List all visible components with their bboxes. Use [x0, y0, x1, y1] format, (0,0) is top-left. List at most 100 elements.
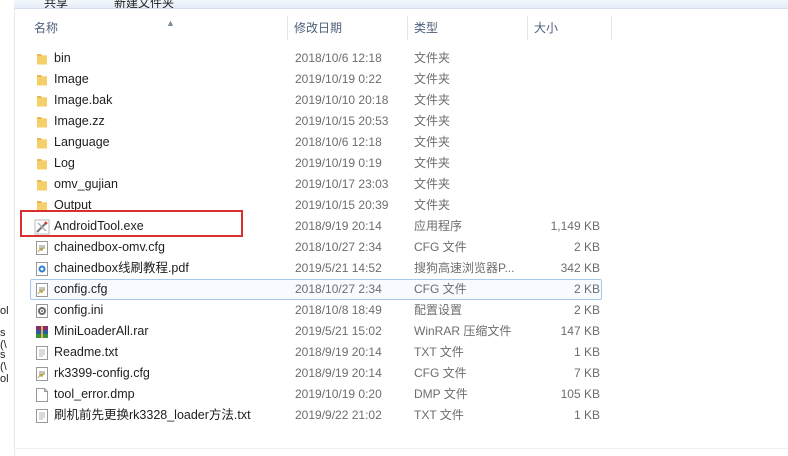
file-name: MiniLoaderAll.rar: [54, 324, 149, 338]
file-row[interactable]: config.ini 2018/10/8 18:49 配置设置 2 KB: [30, 300, 602, 321]
nav-fragment: s (\: [0, 349, 7, 373]
file-type: 应用程序: [414, 219, 463, 233]
file-row[interactable]: Image.zz 2019/10/15 20:53 文件夹: [30, 111, 602, 132]
file-row[interactable]: omv_gujian 2019/10/17 23:03 文件夹: [30, 174, 602, 195]
file-date: 2019/5/21 15:02: [295, 324, 382, 338]
file-row[interactable]: config.cfg 2018/10/27 2:34 CFG 文件 2 KB: [30, 279, 602, 300]
file-type: 配置设置: [414, 303, 463, 317]
file-date: 2019/10/10 20:18: [295, 93, 389, 107]
file-type: WinRAR 压缩文件: [414, 324, 512, 338]
file-size: 7 KB: [573, 366, 600, 380]
file-name: config.ini: [54, 303, 104, 317]
file-type: 文件夹: [414, 72, 451, 86]
file-name: Language: [54, 135, 110, 149]
file-size: 2 KB: [573, 282, 600, 296]
file-size: 1,149 KB: [550, 219, 600, 233]
file-name: rk3399-config.cfg: [54, 366, 150, 380]
file-size: [529, 154, 600, 173]
file-size: 105 KB: [560, 387, 600, 401]
file-row[interactable]: MiniLoaderAll.rar 2019/5/21 15:02 WinRAR 压…: [30, 321, 602, 342]
cfg-file-icon: [34, 240, 50, 256]
file-type: TXT 文件: [414, 408, 464, 422]
file-icon: [34, 387, 50, 403]
folder-icon: [34, 156, 50, 172]
file-name: Image.bak: [54, 93, 113, 107]
file-size: 1 KB: [573, 345, 600, 359]
folder-icon: [34, 72, 50, 88]
file-date: 2019/10/17 23:03: [295, 177, 389, 191]
file-name: chainedbox-omv.cfg: [54, 240, 165, 254]
file-type: CFG 文件: [414, 366, 467, 380]
file-date: 2019/10/15 20:39: [295, 198, 389, 212]
file-row[interactable]: Log 2019/10/19 0:19 文件夹: [30, 153, 602, 174]
file-date: 2018/10/27 2:34: [295, 282, 382, 296]
nav-fragment: s (\: [0, 327, 7, 351]
new-folder-button[interactable]: 新建文件夹: [114, 0, 174, 8]
file-date: 2018/10/27 2:34: [295, 240, 382, 254]
file-date: 2018/10/6 12:18: [295, 135, 382, 149]
column-type[interactable]: 类型: [408, 16, 528, 40]
file-size: [529, 91, 600, 110]
file-name: Image.zz: [54, 114, 105, 128]
file-size: 2 KB: [573, 240, 600, 254]
column-header: 名称 ▲ 修改日期 类型 大小: [14, 16, 788, 40]
explorer-toolbar: 共享 新建文件夹: [14, 0, 788, 9]
file-name: config.cfg: [54, 282, 108, 296]
file-name: bin: [54, 51, 71, 65]
file-row[interactable]: Image 2019/10/19 0:22 文件夹: [30, 69, 602, 90]
file-size: 147 KB: [560, 324, 600, 338]
file-size: [529, 49, 600, 68]
file-row[interactable]: chainedbox线刷教程.pdf 2019/5/21 14:52 搜狗高速浏览器…: [30, 258, 602, 279]
file-type: 文件夹: [414, 156, 451, 170]
file-type: 文件夹: [414, 114, 451, 128]
file-size: 1 KB: [573, 408, 600, 422]
file-type: 文件夹: [414, 177, 451, 191]
file-row[interactable]: bin 2018/10/6 12:18 文件夹: [30, 48, 602, 69]
file-date: 2018/10/6 12:18: [295, 51, 382, 65]
column-date[interactable]: 修改日期: [288, 16, 408, 40]
file-name: omv_gujian: [54, 177, 118, 191]
nav-fragment: ol: [0, 373, 9, 385]
folder-icon: [34, 135, 50, 151]
file-row[interactable]: Image.bak 2019/10/10 20:18 文件夹: [30, 90, 602, 111]
file-date: 2019/5/21 14:52: [295, 261, 382, 275]
file-row[interactable]: chainedbox-omv.cfg 2018/10/27 2:34 CFG 文件 2…: [30, 237, 602, 258]
cfg-file-icon: [34, 366, 50, 382]
file-row[interactable]: Language 2018/10/6 12:18 文件夹: [30, 132, 602, 153]
column-size[interactable]: 大小: [528, 16, 612, 40]
file-row[interactable]: 刷机前先更换rk3328_loader方法.txt 2019/9/22 21:02…: [30, 405, 602, 426]
file-type: TXT 文件: [414, 345, 464, 359]
ini-file-icon: [34, 303, 50, 319]
file-row[interactable]: rk3399-config.cfg 2018/9/19 20:14 CFG 文件 7 …: [30, 363, 602, 384]
column-type-label: 类型: [414, 21, 439, 35]
file-date: 2018/10/8 18:49: [295, 303, 382, 317]
file-size: [529, 175, 600, 194]
file-name: Image: [54, 72, 89, 86]
column-name[interactable]: 名称 ▲: [28, 16, 288, 40]
file-row[interactable]: tool_error.dmp 2019/10/19 0:20 DMP 文件 105 K…: [30, 384, 602, 405]
file-size: [529, 70, 600, 89]
folder-icon: [34, 177, 50, 193]
column-size-label: 大小: [534, 21, 559, 35]
column-name-label: 名称: [34, 21, 59, 35]
nav-fragment: ol: [0, 305, 9, 317]
file-type: CFG 文件: [414, 240, 467, 254]
file-name: Readme.txt: [54, 345, 118, 359]
file-date: 2018/9/19 20:14: [295, 366, 382, 380]
file-name: Log: [54, 156, 75, 170]
txt-file-icon: [34, 345, 50, 361]
file-date: 2018/9/19 20:14: [295, 345, 382, 359]
share-button[interactable]: 共享: [44, 0, 68, 8]
file-type: CFG 文件: [414, 282, 467, 296]
file-type: 文件夹: [414, 135, 451, 149]
divider: [14, 448, 788, 449]
file-size: 342 KB: [560, 261, 600, 275]
folder-icon: [34, 51, 50, 67]
folder-icon: [34, 114, 50, 130]
file-row[interactable]: Readme.txt 2018/9/19 20:14 TXT 文件 1 KB: [30, 342, 602, 363]
file-type: 文件夹: [414, 198, 451, 212]
cfg-file-icon: [34, 282, 50, 298]
file-type: 搜狗高速浏览器P...: [414, 261, 515, 275]
highlight-box: [20, 210, 243, 237]
file-date: 2019/10/15 20:53: [295, 114, 389, 128]
